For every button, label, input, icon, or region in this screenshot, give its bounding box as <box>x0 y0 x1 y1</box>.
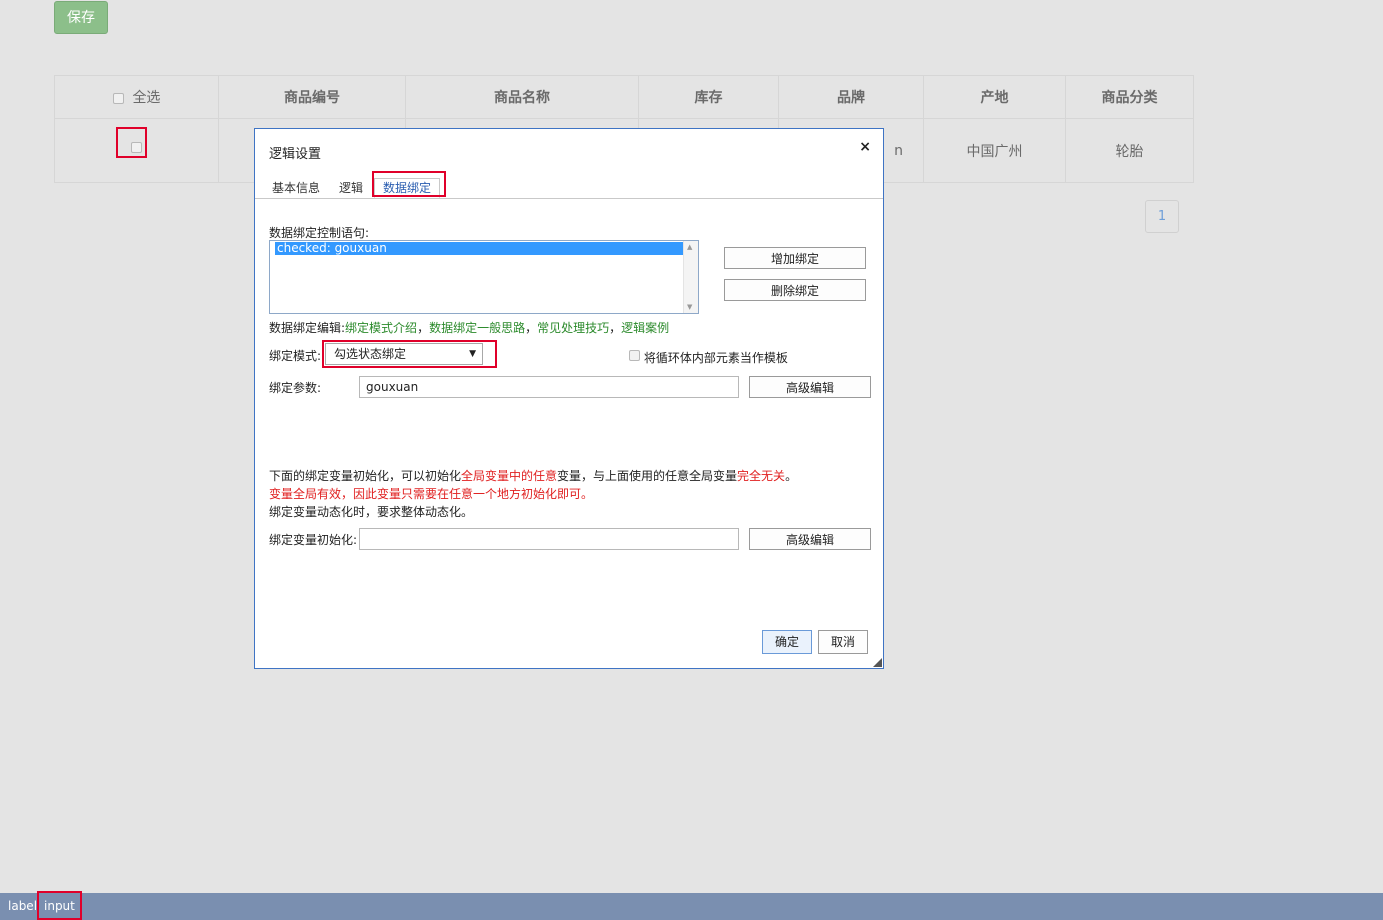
delete-binding-button[interactable]: 删除绑定 <box>724 279 866 301</box>
cell-category: 轮胎 <box>1065 118 1194 183</box>
row-checkbox-highlight <box>116 127 147 158</box>
col-stock: 库存 <box>638 75 779 119</box>
link-separator: ， <box>609 321 622 335</box>
select-all-checkbox[interactable] <box>112 92 124 104</box>
note-text-red: 全局变量中的任意 <box>461 469 558 483</box>
link-binding-general-idea[interactable]: 数据绑定一般思路 <box>429 321 525 335</box>
binding-edit-label: 数据绑定编辑: <box>269 321 346 335</box>
breadcrumb-label[interactable]: label <box>8 899 37 913</box>
link-common-tips[interactable]: 常见处理技巧 <box>537 321 609 335</box>
pager-page-1[interactable]: 1 <box>1145 200 1179 233</box>
init-note-1: 下面的绑定变量初始化，可以初始化全局变量中的任意变量，与上面使用的任意全局变量完… <box>269 467 797 484</box>
col-origin: 产地 <box>923 75 1066 119</box>
logic-settings-dialog: 逻辑设置 × 基本信息 逻辑 数据绑定 数据绑定控制语句: checked: g… <box>254 128 884 669</box>
list-item[interactable]: checked: gouxuan <box>275 242 683 255</box>
note-text: 下面的绑定变量初始化，可以初始化 <box>269 469 462 483</box>
note-text-red: 完全无关 <box>737 469 786 483</box>
loop-template-checkbox[interactable] <box>629 350 640 361</box>
init-note-2: 变量全局有效，因此变量只需要在任意一个地方初始化即可。 <box>269 487 594 501</box>
resize-handle-icon[interactable] <box>873 658 882 667</box>
col-product-code: 商品编号 <box>218 75 406 119</box>
binding-edit-row: 数据绑定编辑:绑定模式介绍，数据绑定一般思路，常见处理技巧，逻辑案例 <box>269 319 669 336</box>
save-button[interactable]: 保存 <box>54 1 108 34</box>
tab-basic-info[interactable]: 基本信息 <box>272 179 320 196</box>
init-advanced-edit-button[interactable]: 高级编辑 <box>749 528 871 550</box>
binding-statements-list[interactable]: checked: gouxuan ▲ ▼ <box>269 240 699 314</box>
loop-template-option[interactable]: 将循环体内部元素当作模板 <box>629 349 788 366</box>
scroll-down-icon[interactable]: ▼ <box>687 303 692 311</box>
link-binding-mode-intro[interactable]: 绑定模式介绍 <box>345 321 417 335</box>
tab-logic[interactable]: 逻辑 <box>339 179 363 196</box>
ok-button[interactable]: 确定 <box>762 630 812 654</box>
binding-param-label: 绑定参数: <box>269 381 322 395</box>
element-breadcrumb-bar: label input <box>0 893 1383 920</box>
col-category: 商品分类 <box>1065 75 1194 119</box>
dialog-title: 逻辑设置 <box>269 147 322 162</box>
init-input[interactable] <box>359 528 739 550</box>
binding-mode-highlight <box>322 340 497 368</box>
close-icon[interactable]: × <box>859 139 871 155</box>
link-separator: ， <box>417 321 430 335</box>
tab-highlight <box>372 171 446 197</box>
link-logic-examples[interactable]: 逻辑案例 <box>621 321 669 335</box>
param-advanced-edit-button[interactable]: 高级编辑 <box>749 376 871 398</box>
cell-origin: 中国广州 <box>923 118 1066 183</box>
binding-param-input[interactable]: gouxuan <box>359 376 739 398</box>
breadcrumb-input-highlight <box>37 891 82 920</box>
add-binding-button[interactable]: 增加绑定 <box>724 247 866 269</box>
col-brand: 品牌 <box>778 75 924 119</box>
scroll-up-icon[interactable]: ▲ <box>687 243 692 251</box>
col-product-name: 商品名称 <box>405 75 639 119</box>
table-header-row: 全选 商品编号 商品名称 库存 品牌 产地 商品分类 <box>54 75 1194 119</box>
link-separator: ， <box>525 321 538 335</box>
select-all-label: 全选 <box>132 90 161 106</box>
statements-label: 数据绑定控制语句: <box>269 226 370 240</box>
select-all-header[interactable]: 全选 <box>54 75 219 119</box>
loop-template-label: 将循环体内部元素当作模板 <box>643 351 788 365</box>
init-label: 绑定变量初始化: <box>269 533 358 547</box>
init-note-3: 绑定变量动态化时，要求整体动态化。 <box>269 505 474 519</box>
binding-mode-label: 绑定模式: <box>269 349 322 363</box>
list-scrollbar[interactable]: ▲ ▼ <box>683 241 698 313</box>
note-text: 。 <box>785 469 798 483</box>
cancel-button[interactable]: 取消 <box>818 630 868 654</box>
note-text: 变量，与上面使用的任意全局变量 <box>557 469 738 483</box>
tabs-divider <box>255 198 883 199</box>
